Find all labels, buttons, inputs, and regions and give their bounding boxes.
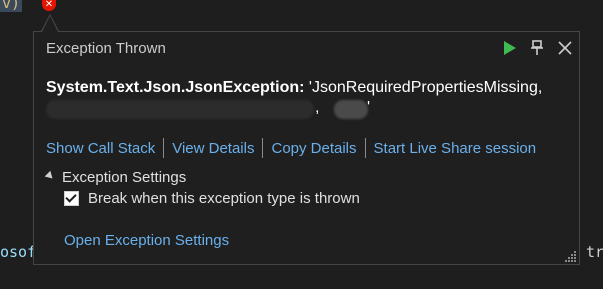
exception-message: 'JsonRequiredPropertiesMissing, [308, 79, 543, 96]
popup-title: Exception Thrown [46, 40, 166, 57]
pin-icon [531, 40, 543, 55]
link-separator [364, 138, 366, 158]
exception-settings-toggle[interactable]: Exception Settings [44, 169, 187, 186]
close-icon [558, 41, 572, 55]
exception-description: System.Text.Json.JsonException: 'JsonReq… [46, 79, 542, 97]
exception-message-end: ' [367, 99, 371, 116]
exception-popup: Exception Thrown System.Text.Json.JsonEx… [33, 16, 580, 265]
resize-grip-icon[interactable] [563, 250, 577, 262]
pin-button[interactable] [526, 37, 548, 59]
redacted-text [46, 100, 314, 119]
code-fragment-left: osof [0, 243, 37, 261]
code-fragment-right: tra [586, 243, 603, 261]
exception-settings-label: Exception Settings [62, 169, 187, 186]
break-when-thrown-row: Break when this exception type is thrown [64, 190, 360, 207]
show-call-stack-link[interactable]: Show Call Stack [46, 140, 155, 157]
code-fragment-top: v) [0, 0, 23, 12]
link-separator [163, 138, 165, 158]
start-live-share-link[interactable]: Start Live Share session [374, 140, 537, 157]
popup-pointer-inner [42, 16, 58, 32]
close-button[interactable] [554, 37, 576, 59]
exception-comma: , [315, 99, 320, 116]
expanded-triangle-icon [44, 170, 56, 182]
link-separator [262, 138, 264, 158]
open-exception-settings-link[interactable]: Open Exception Settings [64, 232, 229, 249]
redacted-text [334, 100, 368, 119]
view-details-link[interactable]: View Details [172, 140, 254, 157]
continue-button[interactable] [499, 37, 521, 59]
break-when-thrown-label: Break when this exception type is thrown [88, 190, 360, 207]
break-when-thrown-checkbox[interactable] [64, 191, 79, 206]
action-links: Show Call Stack View Details Copy Detail… [46, 138, 536, 158]
play-icon [504, 41, 516, 55]
exception-type: System.Text.Json.JsonException: [46, 79, 305, 96]
copy-details-link[interactable]: Copy Details [271, 140, 356, 157]
